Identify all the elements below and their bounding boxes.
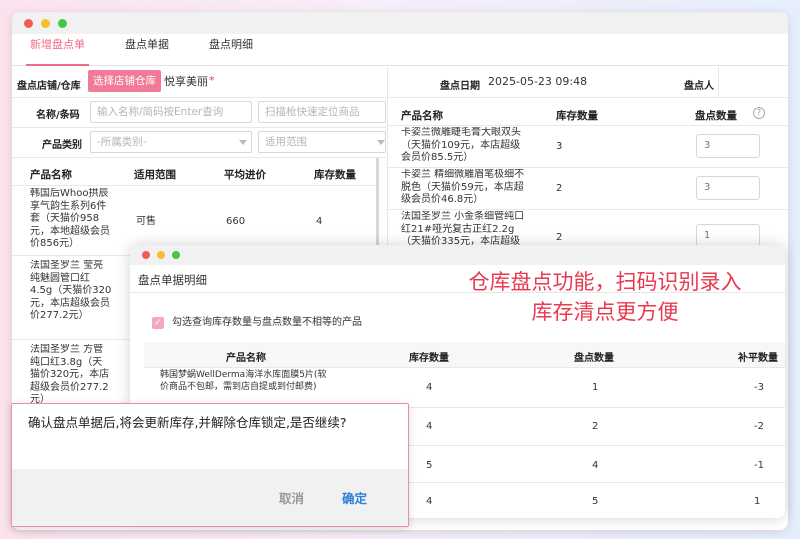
confirm-dialog: 确认盘点单据后,将会更新库存,并解除仓库锁定,是否继续? 取消 确定 xyxy=(11,403,409,527)
product-adjust: 1 xyxy=(754,496,761,507)
promo-line-2: 库存清点更方便 xyxy=(531,300,679,324)
col-stock: 库存数量 xyxy=(556,110,598,122)
product-name: 韩国梦蜗WellDerma海洋水库面膜5片(软价商品不包邮，需到店自提或到付邮费… xyxy=(160,370,327,392)
col-stock: 库存数量 xyxy=(314,169,356,181)
date-row: 盘点日期 2025-05-23 09:48 盘点人 xyxy=(388,67,788,98)
table-row[interactable]: 卡姿兰微雕睫毛膏大眼双头（天猫价109元，本店超级会员价85.5元） 3 3 xyxy=(388,126,788,168)
product-count: 4 xyxy=(592,460,599,471)
tab-inventory-orders[interactable]: 盘点单据 xyxy=(125,34,169,66)
promo-line-1: 仓库盘点功能，扫码识别录入 xyxy=(468,270,742,294)
select-store-button[interactable]: 选择店铺仓库 xyxy=(88,70,161,92)
chevron-down-icon xyxy=(239,140,247,145)
col-adjust: 补平数量 xyxy=(738,353,778,364)
product-name: 法国圣罗兰 小金条细管纯口红21#哑光复古正红2.2g（天猫价335元，本店超级… xyxy=(401,211,525,245)
category-label: 产品类别 xyxy=(42,140,82,151)
product-name: 卡姿兰 精细微雕眉笔极细不脱色（天猫价59元，本店超级会员价46.8元） xyxy=(401,169,525,205)
col-scope: 适用范围 xyxy=(134,169,176,181)
maximize-window-button[interactable] xyxy=(58,19,67,28)
product-stock: 4 xyxy=(316,216,323,227)
tab-inventory-details[interactable]: 盘点明细 xyxy=(209,34,253,66)
minimize-window-button[interactable] xyxy=(41,19,50,28)
product-adjust: -3 xyxy=(754,382,764,393)
col-product-name: 产品名称 xyxy=(30,169,72,181)
chevron-down-icon xyxy=(377,140,385,145)
confirm-message: 确认盘点单据后,将会更新库存,并解除仓库锁定,是否继续? xyxy=(28,415,347,430)
col-product-name: 产品名称 xyxy=(401,110,443,122)
table-row[interactable]: 韩国梦蜗WellDerma海洋水库面膜5片(软价商品不包邮，需到店自提或到付邮费… xyxy=(144,368,785,408)
left-table-header: 产品名称 适用范围 平均进价 库存数量 xyxy=(12,158,376,186)
product-stock: 2 xyxy=(556,183,563,194)
name-search-input[interactable]: 输入名称/简码按Enter查询 xyxy=(90,101,252,123)
category-select-value: -所属类别- xyxy=(97,136,147,148)
right-table-header: 产品名称 库存数量 盘点数量 ? xyxy=(388,98,788,126)
col-stock: 库存数量 xyxy=(409,353,449,364)
close-window-button[interactable] xyxy=(24,19,33,28)
scope-select[interactable]: 适用范围 xyxy=(258,131,386,153)
product-stock: 5 xyxy=(426,460,433,471)
category-row: 产品类别 -所属类别- 适用范围 xyxy=(12,128,386,158)
product-stock: 4 xyxy=(426,421,433,432)
store-label: 盘点店铺/仓库 xyxy=(17,81,81,92)
confirm-footer: 取消 确定 xyxy=(12,469,408,526)
product-count: 2 xyxy=(592,421,599,432)
detail-table-header: 产品名称 库存数量 盘点数量 补平数量 xyxy=(144,342,785,368)
checkbox-label: 勾选查询库存数量与盘点数量不相等的产品 xyxy=(172,317,362,328)
product-stock: 4 xyxy=(426,496,433,507)
left-scrollbar[interactable] xyxy=(376,158,379,258)
close-window-button[interactable] xyxy=(142,251,150,259)
product-adjust: -2 xyxy=(754,421,764,432)
product-stock: 4 xyxy=(426,382,433,393)
col-count: 盘点数量 xyxy=(695,110,737,122)
product-name: 法国圣罗兰 方管纯口红3.8g（天猫价320元，本店超级会员价277.2元） xyxy=(30,344,110,404)
store-value: 悦享美丽 xyxy=(164,75,208,88)
product-name: 法国圣罗兰 莹亮纯魅圆管口红4.5g（天猫价320元，本店超级会员价277.2元… xyxy=(30,260,112,321)
product-count: 1 xyxy=(592,382,599,393)
product-scope: 可售 xyxy=(136,216,156,227)
table-row[interactable]: 卡姿兰 精细微雕眉笔极细不脱色（天猫价59元，本店超级会员价46.8元） 2 3 xyxy=(388,168,788,210)
count-input[interactable]: 3 xyxy=(696,134,760,158)
col-count: 盘点数量 xyxy=(574,353,614,364)
date-label: 盘点日期 xyxy=(440,81,480,92)
unequal-filter-checkbox[interactable]: ✓ xyxy=(152,317,164,329)
category-select[interactable]: -所属类别- xyxy=(90,131,252,153)
name-search-row: 名称/条码 输入名称/简码按Enter查询 扫描枪快速定位商品 xyxy=(12,98,386,128)
date-value[interactable]: 2025-05-23 09:48 xyxy=(488,75,587,89)
ok-button[interactable]: 确定 xyxy=(342,488,367,507)
detail-title: 盘点单据明细 xyxy=(138,273,207,287)
col-product-name: 产品名称 xyxy=(226,353,266,364)
detail-title-bar xyxy=(130,245,785,265)
cancel-button[interactable]: 取消 xyxy=(279,488,304,507)
help-icon[interactable]: ? xyxy=(753,107,765,119)
product-count: 5 xyxy=(592,496,599,507)
product-name: 卡姿兰微雕睫毛膏大眼双头（天猫价109元，本店超级会员价85.5元） xyxy=(401,127,521,163)
store-row: 盘点店铺/仓库 选择店铺仓库 悦享美丽 * xyxy=(12,67,386,98)
person-label: 盘点人 xyxy=(684,81,714,92)
product-stock: 2 xyxy=(556,232,563,243)
count-input[interactable]: 3 xyxy=(696,176,760,200)
required-mark: * xyxy=(209,74,215,87)
name-barcode-label: 名称/条码 xyxy=(36,110,80,121)
title-bar xyxy=(12,12,788,34)
tab-bar: 新增盘点单 盘点单据 盘点明细 xyxy=(12,34,788,66)
tab-new-inventory[interactable]: 新增盘点单 xyxy=(26,34,89,66)
product-adjust: -1 xyxy=(754,460,764,471)
maximize-window-button[interactable] xyxy=(172,251,180,259)
minimize-window-button[interactable] xyxy=(157,251,165,259)
product-stock: 3 xyxy=(556,141,563,152)
product-avg-price: 660 xyxy=(226,216,246,227)
col-avg-price: 平均进价 xyxy=(224,169,266,181)
scope-select-value: 适用范围 xyxy=(265,136,307,148)
product-name: 韩国后Whoo拱辰享气韵生系列6件套（天猫价958元，本地超级会员价856元） xyxy=(30,188,110,249)
person-divider xyxy=(718,67,719,98)
scan-input[interactable]: 扫描枪快速定位商品 xyxy=(258,101,386,123)
